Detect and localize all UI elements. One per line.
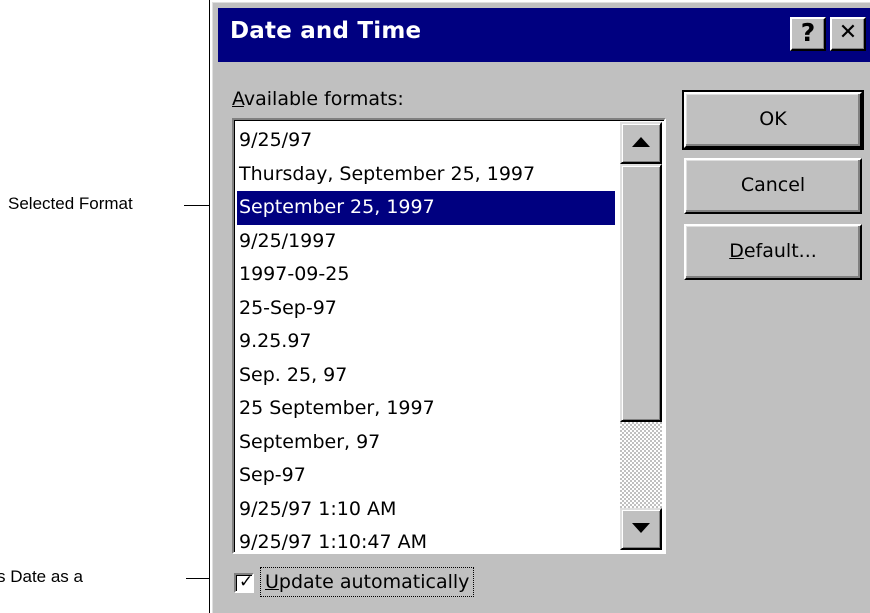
update-automatically-checkbox[interactable]: ✓	[234, 572, 254, 593]
list-item[interactable]: 1997-09-25	[237, 258, 615, 292]
callout-update: s Date as a	[0, 567, 83, 586]
list-item[interactable]: Sep. 25, 97	[237, 359, 615, 393]
list-item[interactable]: 9/25/97 1:10 AM	[237, 493, 615, 527]
update-automatically-label[interactable]: Update automatically	[260, 567, 475, 597]
scrollbar-track[interactable]	[620, 422, 662, 508]
available-formats-label: Available formats:	[232, 88, 404, 110]
list-item[interactable]: 9/25/1997	[237, 225, 615, 259]
cancel-button[interactable]: Cancel	[684, 158, 862, 214]
list-item[interactable]: 25 September, 1997	[237, 392, 615, 426]
scroll-down-button[interactable]	[620, 508, 662, 550]
vertical-scrollbar[interactable]	[620, 122, 662, 550]
close-icon: ✕	[838, 20, 858, 45]
down-arrow-icon	[632, 523, 650, 533]
help-icon: ?	[800, 18, 816, 47]
list-item[interactable]: 9/25/97 1:10:47 AM	[237, 526, 615, 560]
dialog-title: Date and Time	[230, 18, 422, 44]
list-item[interactable]: 9/25/97	[237, 124, 615, 158]
screen: Selected Format s Date as a Date and Tim…	[0, 0, 870, 613]
help-button[interactable]: ?	[790, 17, 826, 51]
formats-list: 9/25/97 Thursday, September 25, 1997 Septe…	[237, 124, 615, 560]
close-button[interactable]: ✕	[830, 17, 866, 51]
ok-button[interactable]: OK	[682, 90, 864, 150]
scroll-up-button[interactable]	[620, 122, 662, 164]
callout-selected-format: Selected Format	[8, 194, 133, 213]
default-button[interactable]: Default...	[684, 224, 862, 280]
scrollbar-thumb[interactable]	[620, 164, 662, 422]
list-item[interactable]: Sep-97	[237, 459, 615, 493]
check-mark-icon: ✓	[239, 572, 254, 592]
list-item[interactable]: Thursday, September 25, 1997	[237, 158, 615, 192]
list-item[interactable]: September, 97	[237, 426, 615, 460]
title-bar: Date and Time ? ✕	[218, 8, 870, 62]
formats-listbox[interactable]: 9/25/97 Thursday, September 25, 1997 Septe…	[232, 118, 666, 554]
list-item[interactable]: 25-Sep-97	[237, 292, 615, 326]
list-item[interactable]: 9.25.97	[237, 325, 615, 359]
date-and-time-dialog: Date and Time ? ✕ Available formats: 9/2…	[210, 0, 870, 613]
up-arrow-icon	[632, 137, 650, 147]
list-item-selected[interactable]: September 25, 1997	[237, 191, 615, 225]
